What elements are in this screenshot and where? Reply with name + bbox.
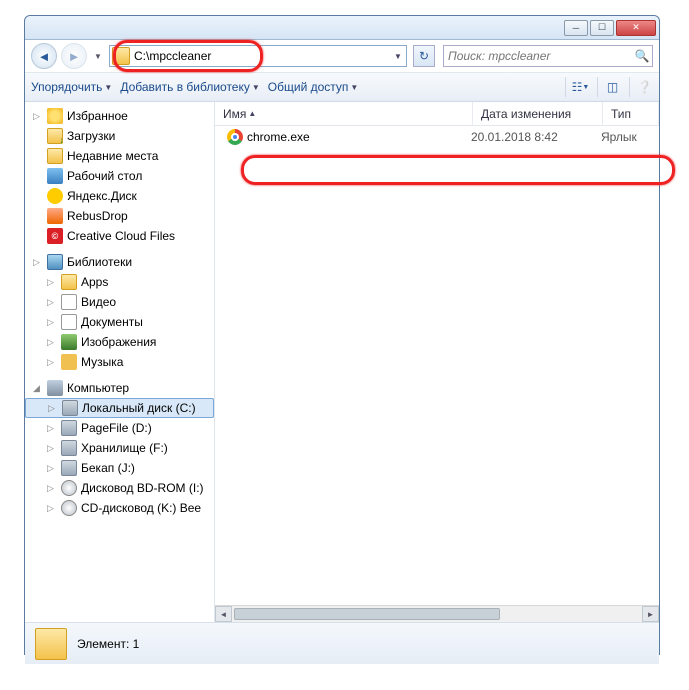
search-box[interactable]: 🔍 xyxy=(443,45,653,67)
scroll-right[interactable]: ► xyxy=(642,606,659,622)
chrome-icon xyxy=(227,129,243,145)
scroll-left[interactable]: ◄ xyxy=(215,606,232,622)
share-button[interactable]: Общий доступ▼ xyxy=(268,80,359,94)
back-button[interactable]: ◄ xyxy=(31,43,57,69)
sidebar-yandex[interactable]: Яндекс.Диск xyxy=(25,186,214,206)
drive-icon xyxy=(61,460,77,476)
organize-button[interactable]: Упорядочить▼ xyxy=(31,80,112,94)
nav-row: ◄ ► ▼ ▼ ↻ 🔍 xyxy=(25,40,659,72)
titlebar: ─ ☐ ✕ xyxy=(25,16,659,40)
sidebar-video[interactable]: ▷Видео xyxy=(25,292,214,312)
sidebar-bdrom[interactable]: ▷Дисковод BD-ROM (I:) xyxy=(25,478,214,498)
file-type: Ярлык xyxy=(601,130,657,144)
sidebar: ▷Избранное Загрузки Недавние места Рабоч… xyxy=(25,102,215,622)
sidebar-drive-d[interactable]: ▷PageFile (D:) xyxy=(25,418,214,438)
desktop-icon xyxy=(47,168,63,184)
horizontal-scrollbar[interactable]: ◄ ► xyxy=(215,605,659,622)
refresh-button[interactable]: ↻ xyxy=(413,45,435,67)
drive-icon xyxy=(62,400,78,416)
add-library-button[interactable]: Добавить в библиотеку▼ xyxy=(120,80,259,94)
cd-icon xyxy=(61,500,77,516)
sidebar-recent[interactable]: Недавние места xyxy=(25,146,214,166)
yandex-icon xyxy=(47,188,63,204)
status-bar: Элемент: 1 xyxy=(25,622,659,664)
star-icon xyxy=(47,108,63,124)
downloads-icon xyxy=(47,128,63,144)
video-icon xyxy=(61,294,77,310)
folder-icon xyxy=(112,47,130,65)
sort-icon: ▲ xyxy=(248,109,256,118)
computer-icon xyxy=(47,380,63,396)
help-button[interactable]: ❔ xyxy=(629,77,653,97)
search-icon[interactable]: 🔍 xyxy=(632,49,652,63)
libraries-icon xyxy=(47,254,63,270)
content-pane: Имя ▲ Дата изменения Тип chrome.exe 20.0… xyxy=(215,102,659,622)
sidebar-cdrom[interactable]: ▷CD-дисковод (K:) Bee xyxy=(25,498,214,518)
sidebar-documents[interactable]: ▷Документы xyxy=(25,312,214,332)
status-text: Элемент: 1 xyxy=(77,637,139,651)
file-row[interactable]: chrome.exe 20.01.2018 8:42 Ярлык xyxy=(215,126,659,148)
documents-icon xyxy=(61,314,77,330)
sidebar-downloads[interactable]: Загрузки xyxy=(25,126,214,146)
sidebar-apps[interactable]: ▷Apps xyxy=(25,272,214,292)
col-date[interactable]: Дата изменения xyxy=(473,102,603,125)
col-name[interactable]: Имя ▲ xyxy=(215,102,473,125)
maximize-button[interactable]: ☐ xyxy=(590,20,614,36)
file-name: chrome.exe xyxy=(247,130,471,144)
address-dropdown-icon[interactable]: ▼ xyxy=(390,52,406,61)
col-type[interactable]: Тип xyxy=(603,102,659,125)
address-bar[interactable]: ▼ xyxy=(109,45,407,67)
file-date: 20.01.2018 8:42 xyxy=(471,130,601,144)
close-button[interactable]: ✕ xyxy=(616,20,656,36)
sidebar-drive-j[interactable]: ▷Бекап (J:) xyxy=(25,458,214,478)
drive-icon xyxy=(61,440,77,456)
sidebar-rebus[interactable]: RebusDrop xyxy=(25,206,214,226)
sidebar-drive-c[interactable]: ▷Локальный диск (C:) xyxy=(25,398,214,418)
scroll-thumb[interactable] xyxy=(234,608,500,620)
view-options-button[interactable]: ☷ ▼ xyxy=(565,77,589,97)
libraries-group[interactable]: ▷Библиотеки xyxy=(25,252,214,272)
folder-icon xyxy=(35,628,67,660)
drive-icon xyxy=(61,420,77,436)
toolbar: Упорядочить▼ Добавить в библиотеку▼ Общи… xyxy=(25,72,659,102)
dvd-icon xyxy=(61,480,77,496)
column-headers: Имя ▲ Дата изменения Тип xyxy=(215,102,659,126)
images-icon xyxy=(61,334,77,350)
music-icon xyxy=(61,354,77,370)
sidebar-music[interactable]: ▷Музыка xyxy=(25,352,214,372)
apps-icon xyxy=(61,274,77,290)
sidebar-desktop[interactable]: Рабочий стол xyxy=(25,166,214,186)
history-dropdown[interactable]: ▼ xyxy=(91,43,105,69)
creative-cloud-icon: © xyxy=(47,228,63,244)
favorites-group[interactable]: ▷Избранное xyxy=(25,106,214,126)
explorer-window: ─ ☐ ✕ ◄ ► ▼ ▼ ↻ 🔍 Упорядочить▼ Добавить … xyxy=(24,15,660,655)
sidebar-drive-f[interactable]: ▷Хранилище (F:) xyxy=(25,438,214,458)
preview-pane-button[interactable]: ◫ xyxy=(597,77,621,97)
sidebar-images[interactable]: ▷Изображения xyxy=(25,332,214,352)
recent-icon xyxy=(47,148,63,164)
search-input[interactable] xyxy=(444,49,632,63)
rebus-icon xyxy=(47,208,63,224)
sidebar-cc[interactable]: ©Creative Cloud Files xyxy=(25,226,214,246)
minimize-button[interactable]: ─ xyxy=(564,20,588,36)
forward-button[interactable]: ► xyxy=(61,43,87,69)
address-input[interactable] xyxy=(132,47,390,65)
computer-group[interactable]: ◢Компьютер xyxy=(25,378,214,398)
